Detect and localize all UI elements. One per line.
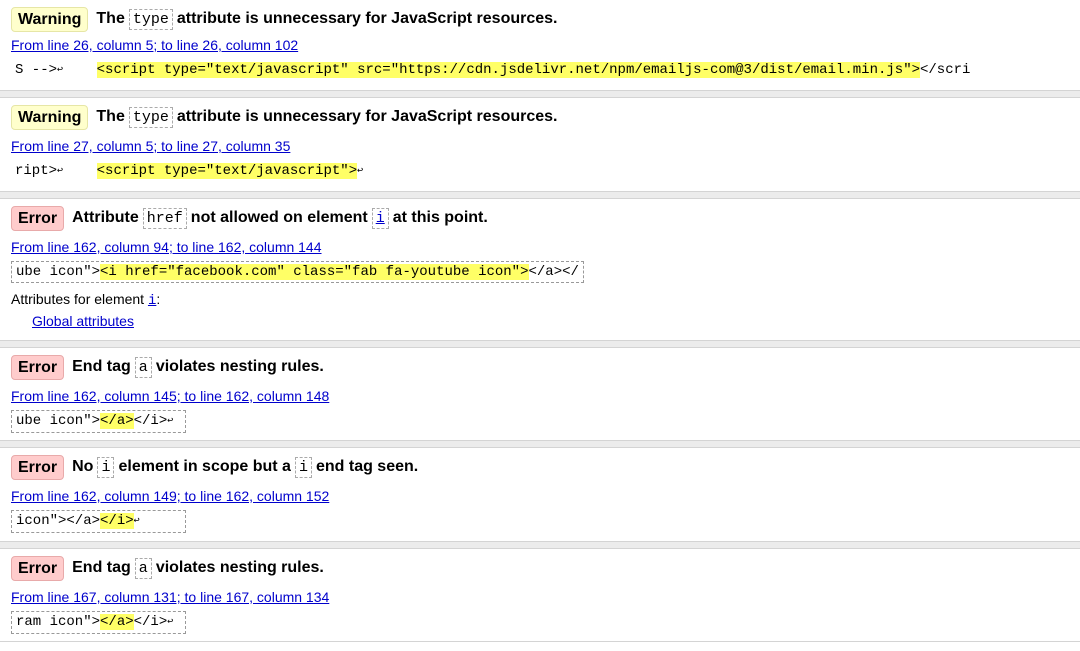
extract-highlight: </i> [100, 513, 134, 529]
code-extract: ram icon"></a></i>↩ [11, 611, 186, 634]
message-text: The [96, 108, 125, 125]
message-text: The [96, 10, 125, 27]
message-text: Attribute [72, 209, 139, 226]
message-text: violates nesting rules. [155, 559, 324, 576]
return-icon: ↩ [133, 516, 140, 527]
message-heading: Error Attribute href not allowed on elem… [11, 205, 488, 231]
tag-code: a [134, 557, 152, 579]
attributes-label-text: Attributes for element [11, 291, 145, 307]
extract-before: ube icon"> [16, 264, 101, 280]
return-icon: ↩ [167, 617, 174, 628]
message-text: violates nesting rules. [155, 358, 324, 375]
attributes-label: Attributes for element i: [11, 291, 160, 309]
extract-after: </i> [133, 614, 168, 630]
message-text: attribute is unnecessary for JavaScript … [176, 10, 558, 27]
message-heading: Error No i element in scope but a i end … [11, 454, 418, 480]
separator [0, 91, 1080, 98]
extract-highlight: <i href="facebook.com" class="fab fa-you… [100, 264, 529, 280]
error-badge: Error [11, 454, 65, 480]
extract-before: ript> [15, 163, 58, 179]
location-link[interactable]: From line 26, column 5; to line 26, colu… [11, 37, 298, 53]
message-error-3: Error No i element in scope but a i end … [0, 448, 1080, 542]
global-attributes-link[interactable]: Global attributes [32, 313, 134, 329]
separator [0, 192, 1080, 199]
location-link[interactable]: From line 162, column 149; to line 162, … [11, 488, 329, 504]
location-link[interactable]: From line 27, column 5; to line 27, colu… [11, 138, 290, 154]
warning-badge: Warning [11, 6, 89, 32]
message-text: element in scope but a [118, 458, 291, 475]
location-link[interactable]: From line 162, column 94; to line 162, c… [11, 239, 322, 255]
extract-highlight: </a> [100, 413, 134, 429]
message-error-2: Error End tag a violates nesting rules. … [0, 348, 1080, 441]
code-extract: icon"></a></i>↩ [11, 510, 186, 533]
message-warning-1: Warning The type attribute is unnecessar… [0, 0, 1080, 91]
return-icon: ↩ [357, 166, 364, 177]
message-error-1: Error Attribute href not allowed on elem… [0, 199, 1080, 341]
extract-after: </scri [920, 62, 971, 78]
message-warning-2: Warning The type attribute is unnecessar… [0, 98, 1080, 192]
extract-gap [63, 62, 97, 78]
return-icon: ↩ [167, 416, 174, 427]
error-badge: Error [11, 555, 65, 581]
message-heading: Error End tag a violates nesting rules. [11, 354, 324, 380]
message-text: No [72, 458, 94, 475]
extract-highlight: <script type="text/javascript" src="http… [96, 62, 920, 78]
element-code: i [294, 456, 312, 478]
message-text: at this point. [392, 209, 488, 226]
code-extract: ube icon"><i href="facebook.com" class="… [11, 261, 584, 283]
code-extract: ube icon"></a></i>↩ [11, 410, 186, 433]
extract-after: </i> [133, 413, 168, 429]
error-badge: Error [11, 354, 65, 380]
code-extract: ript>↩ <script type="text/javascript">↩ [11, 161, 367, 182]
extract-gap [63, 163, 97, 179]
extract-before: icon"></a> [16, 513, 101, 529]
message-text: end tag seen. [315, 458, 419, 475]
error-badge: Error [11, 205, 65, 231]
code-extract: S -->↩ <script type="text/javascript" sr… [11, 60, 974, 81]
message-text: End tag [72, 559, 131, 576]
message-error-4: Error End tag a violates nesting rules. … [0, 549, 1080, 642]
element-link[interactable]: i [371, 207, 389, 229]
location-link[interactable]: From line 167, column 131; to line 167, … [11, 589, 329, 605]
separator [0, 341, 1080, 348]
extract-before: S --> [15, 62, 58, 78]
extract-before: ram icon"> [16, 614, 101, 630]
separator [0, 542, 1080, 549]
tag-code: a [134, 356, 152, 378]
attribute-code: type [128, 106, 173, 128]
warning-badge: Warning [11, 104, 89, 130]
message-heading: Error End tag a violates nesting rules. [11, 555, 324, 581]
separator [0, 441, 1080, 448]
attribute-code: type [128, 8, 173, 30]
element-code: i [97, 456, 115, 478]
message-text: End tag [72, 358, 131, 375]
extract-highlight: <script type="text/javascript"> [96, 163, 358, 179]
extract-highlight: </a> [100, 614, 134, 630]
location-link[interactable]: From line 162, column 145; to line 162, … [11, 388, 329, 404]
message-heading: Warning The type attribute is unnecessar… [11, 104, 557, 130]
message-text: not allowed on element [190, 209, 368, 226]
extract-after: </a></ [528, 264, 579, 280]
attributes-colon: : [156, 291, 161, 307]
message-heading: Warning The type attribute is unnecessar… [11, 6, 557, 32]
message-text: attribute is unnecessary for JavaScript … [176, 108, 558, 125]
attribute-code: href [142, 207, 187, 229]
extract-before: ube icon"> [16, 413, 101, 429]
